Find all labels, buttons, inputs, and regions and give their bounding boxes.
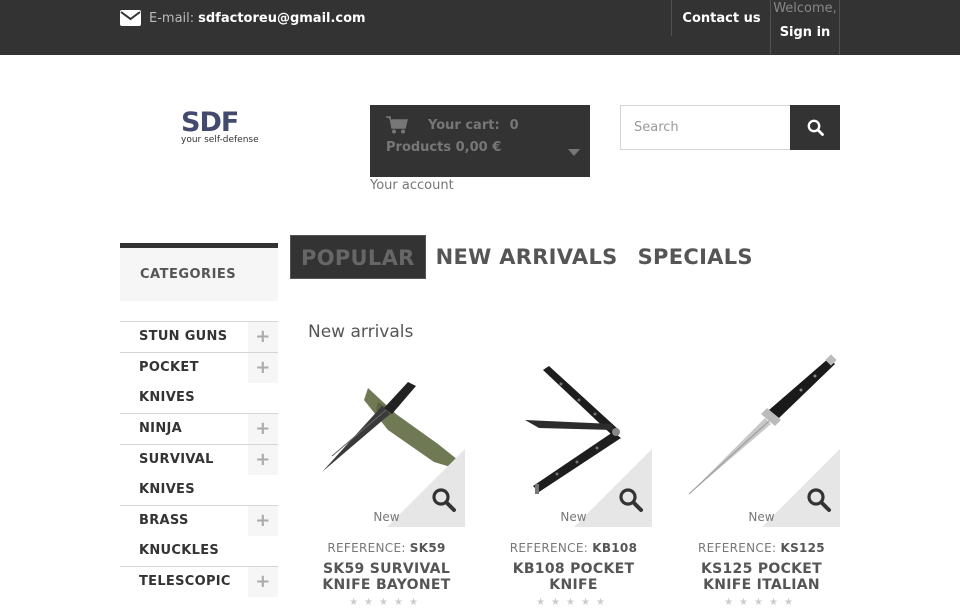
email-address[interactable]: sdfactoreu@gmail.com — [198, 11, 365, 26]
plus-icon[interactable]: + — [248, 445, 278, 475]
contact-email: E-mail: sdfactoreu@gmail.com — [120, 8, 366, 28]
plus-icon[interactable]: + — [248, 353, 278, 383]
email-label: E-mail: — [149, 10, 195, 26]
user-info: Welcome, Sign in — [770, 0, 840, 55]
category-survival-knives[interactable]: SURVIVAL KNIVES + — [120, 444, 278, 505]
plus-icon[interactable]: + — [248, 506, 278, 536]
search-button[interactable] — [790, 105, 840, 150]
tab-specials[interactable]: SPECIALS — [628, 235, 763, 279]
cart-products-total: Products 0,00 € — [386, 140, 502, 155]
your-account-link[interactable]: Your account — [370, 178, 454, 193]
site-logo[interactable]: SDF your self-defense — [181, 107, 271, 145]
categories-list: STUN GUNS + POCKET KNIVES + NINJA + SURV… — [120, 321, 278, 597]
categories-title: CATEGORIES — [120, 243, 278, 301]
top-bar: E-mail: sdfactoreu@gmail.com Contact us … — [0, 0, 960, 55]
product-name[interactable]: KS125 POCKET KNIFE ITALIAN — [683, 561, 840, 593]
plus-icon[interactable]: + — [248, 567, 278, 597]
category-telescopic[interactable]: TELESCOPIC + — [120, 566, 278, 597]
search-icon — [807, 119, 824, 136]
product-card[interactable]: New REFERENCE: KB108 KB108 POCKET KNIFE … — [495, 352, 652, 608]
new-badge: New — [748, 510, 775, 524]
product-image[interactable]: New — [308, 352, 465, 527]
product-reference: REFERENCE: SK59 — [308, 541, 465, 555]
category-stun-guns[interactable]: STUN GUNS + — [120, 321, 278, 352]
category-label: TELESCOPIC — [139, 574, 231, 589]
rating-stars: ★★★★★ — [536, 597, 611, 608]
new-badge: New — [373, 510, 400, 524]
categories-block: CATEGORIES STUN GUNS + POCKET KNIVES + N… — [120, 243, 278, 597]
category-label: NINJA — [139, 421, 182, 436]
product-image[interactable]: New — [683, 352, 840, 527]
product-name[interactable]: SK59 SURVIVAL KNIFE BAYONET — [308, 561, 465, 593]
product-reference: REFERENCE: KS125 — [683, 541, 840, 555]
chevron-down-icon[interactable] — [568, 149, 580, 156]
new-badge: New — [560, 510, 587, 524]
search-input[interactable] — [620, 105, 791, 150]
product-image[interactable]: New — [495, 352, 652, 527]
category-label: POCKET KNIVES — [139, 360, 199, 405]
reference-label: REFERENCE: — [327, 541, 406, 555]
logo-tagline: your self-defense — [181, 135, 259, 145]
rating-stars: ★★★★★ — [349, 597, 424, 608]
tab-new-arrivals[interactable]: NEW ARRIVALS — [426, 235, 628, 279]
reference-label: REFERENCE: — [698, 541, 777, 555]
reference-value: KB108 — [592, 541, 638, 555]
welcome-text: Welcome, — [773, 1, 837, 16]
sign-in-link[interactable]: Sign in — [771, 25, 839, 40]
reference-value: KS125 — [780, 541, 825, 555]
plus-icon[interactable]: + — [248, 414, 278, 444]
product-card[interactable]: New REFERENCE: SK59 SK59 SURVIVAL KNIFE … — [308, 352, 465, 608]
category-label: SURVIVAL KNIVES — [139, 452, 214, 497]
contact-us-link[interactable]: Contact us — [671, 0, 771, 36]
cart-label: Your cart: — [428, 117, 500, 133]
category-label: STUN GUNS — [139, 329, 228, 344]
category-brass-knuckles[interactable]: BRASS KNUCKLES + — [120, 505, 278, 566]
product-tabs: POPULAR NEW ARRIVALS SPECIALS — [290, 235, 763, 279]
product-reference: REFERENCE: KB108 — [495, 541, 652, 555]
plus-icon[interactable]: + — [248, 322, 278, 352]
product-card[interactable]: New REFERENCE: KS125 KS125 POCKET KNIFE … — [683, 352, 840, 608]
product-name[interactable]: KB108 POCKET KNIFE — [495, 561, 652, 593]
logo-brand: SDF — [181, 107, 239, 138]
shopping-cart[interactable]: Your cart: 0 Products 0,00 € — [370, 105, 590, 177]
section-title: New arrivals — [308, 322, 414, 342]
cart-count: 0 — [509, 117, 519, 133]
category-label: BRASS KNUCKLES — [139, 513, 220, 558]
reference-label: REFERENCE: — [509, 541, 589, 555]
rating-stars: ★★★★★ — [724, 597, 799, 608]
category-pocket-knives[interactable]: POCKET KNIVES + — [120, 352, 278, 413]
cart-icon — [386, 116, 408, 134]
category-ninja[interactable]: NINJA + — [120, 413, 278, 444]
reference-value: SK59 — [409, 541, 446, 555]
envelope-icon — [120, 10, 141, 26]
tab-popular[interactable]: POPULAR — [290, 235, 426, 279]
